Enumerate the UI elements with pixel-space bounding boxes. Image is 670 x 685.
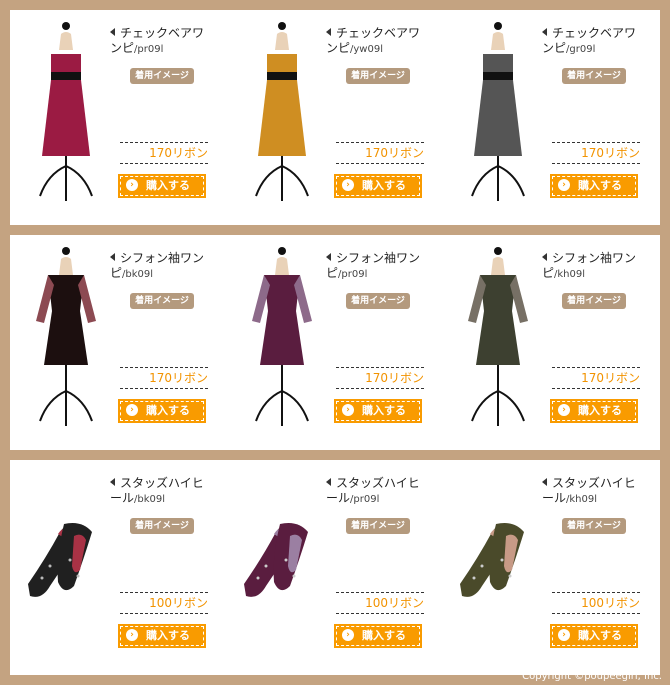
product-row-2: シフォン袖ワンピ/bk09l 着用イメージ 170リボン › 購入する シフォン袖… (10, 235, 660, 450)
wear-image-button[interactable]: 着用イメージ (130, 68, 194, 84)
buy-button[interactable]: › 購入する (334, 624, 422, 648)
arrow-left-icon (110, 28, 115, 36)
shoes-thumbnail[interactable] (234, 466, 330, 666)
price: 170リボン (336, 367, 424, 389)
arrow-right-icon: › (126, 404, 138, 416)
product-card: シフォン袖ワンピ/kh09l 着用イメージ 170リボン › 購入する (442, 235, 658, 450)
arrow-right-icon: › (342, 629, 354, 641)
arrow-right-icon: › (342, 404, 354, 416)
shoes-thumbnail[interactable] (18, 466, 114, 666)
dress-thumbnail[interactable] (450, 16, 546, 216)
copyright: Copyright ©poupeegirl, Inc. (522, 671, 662, 682)
price: 170リボン (552, 142, 640, 164)
arrow-left-icon (542, 253, 547, 261)
arrow-left-icon (326, 478, 331, 486)
arrow-right-icon: › (558, 179, 570, 191)
wear-image-button[interactable]: 着用イメージ (130, 293, 194, 309)
wear-image-button[interactable]: 着用イメージ (346, 518, 410, 534)
product-row-3: スタッズハイヒール/bk09l 着用イメージ 100リボン › 購入する スタッズ… (10, 460, 660, 675)
wear-image-button[interactable]: 着用イメージ (346, 293, 410, 309)
price: 100リボン (336, 592, 424, 614)
wear-image-button[interactable]: 着用イメージ (562, 518, 626, 534)
buy-button[interactable]: › 購入する (118, 174, 206, 198)
product-title[interactable]: チェックベアワンピ/pr09l (110, 26, 210, 57)
price: 170リボン (552, 367, 640, 389)
arrow-left-icon (542, 478, 547, 486)
product-title[interactable]: チェックベアワンピ/yw09l (326, 26, 426, 57)
dress-thumbnail[interactable] (234, 241, 330, 441)
price: 170リボン (120, 367, 208, 389)
product-title[interactable]: チェックベアワンピ/gr09l (542, 26, 642, 57)
product-card: チェックベアワンピ/pr09l 着用イメージ 170リボン › 購入する (10, 10, 226, 225)
arrow-left-icon (542, 28, 547, 36)
product-title[interactable]: スタッズハイヒール/kh09l (542, 476, 642, 507)
product-card: チェックベアワンピ/yw09l 着用イメージ 170リボン › 購入する (226, 10, 442, 225)
shoes-thumbnail[interactable] (450, 466, 546, 666)
price: 100リボン (120, 592, 208, 614)
buy-button[interactable]: › 購入する (550, 399, 638, 423)
product-card: シフォン袖ワンピ/pr09l 着用イメージ 170リボン › 購入する (226, 235, 442, 450)
arrow-right-icon: › (126, 629, 138, 641)
dress-thumbnail[interactable] (18, 16, 114, 216)
wear-image-button[interactable]: 着用イメージ (562, 68, 626, 84)
arrow-left-icon (326, 253, 331, 261)
product-card: スタッズハイヒール/bk09l 着用イメージ 100リボン › 購入する (10, 460, 226, 675)
product-card: シフォン袖ワンピ/bk09l 着用イメージ 170リボン › 購入する (10, 235, 226, 450)
buy-button[interactable]: › 購入する (550, 624, 638, 648)
buy-button[interactable]: › 購入する (334, 399, 422, 423)
dress-thumbnail[interactable] (234, 16, 330, 216)
buy-button[interactable]: › 購入する (118, 624, 206, 648)
product-card: チェックベアワンピ/gr09l 着用イメージ 170リボン › 購入する (442, 10, 658, 225)
arrow-left-icon (326, 28, 331, 36)
dress-thumbnail[interactable] (18, 241, 114, 441)
dress-thumbnail[interactable] (450, 241, 546, 441)
price: 170リボン (120, 142, 208, 164)
price: 100リボン (552, 592, 640, 614)
price: 170リボン (336, 142, 424, 164)
product-title[interactable]: シフォン袖ワンピ/bk09l (110, 251, 210, 282)
buy-button[interactable]: › 購入する (118, 399, 206, 423)
buy-button[interactable]: › 購入する (334, 174, 422, 198)
product-title[interactable]: スタッズハイヒール/pr09l (326, 476, 426, 507)
buy-button[interactable]: › 購入する (550, 174, 638, 198)
arrow-right-icon: › (342, 179, 354, 191)
arrow-left-icon (110, 478, 115, 486)
arrow-right-icon: › (558, 404, 570, 416)
product-title[interactable]: スタッズハイヒール/bk09l (110, 476, 210, 507)
arrow-right-icon: › (126, 179, 138, 191)
arrow-right-icon: › (558, 629, 570, 641)
product-title[interactable]: シフォン袖ワンピ/kh09l (542, 251, 642, 282)
product-card: スタッズハイヒール/pr09l 着用イメージ 100リボン › 購入する (226, 460, 442, 675)
product-card: スタッズハイヒール/kh09l 着用イメージ 100リボン › 購入する (442, 460, 658, 675)
wear-image-button[interactable]: 着用イメージ (346, 68, 410, 84)
wear-image-button[interactable]: 着用イメージ (562, 293, 626, 309)
wear-image-button[interactable]: 着用イメージ (130, 518, 194, 534)
product-title[interactable]: シフォン袖ワンピ/pr09l (326, 251, 426, 282)
arrow-left-icon (110, 253, 115, 261)
product-row-1: チェックベアワンピ/pr09l 着用イメージ 170リボン › 購入する チェック… (10, 10, 660, 225)
